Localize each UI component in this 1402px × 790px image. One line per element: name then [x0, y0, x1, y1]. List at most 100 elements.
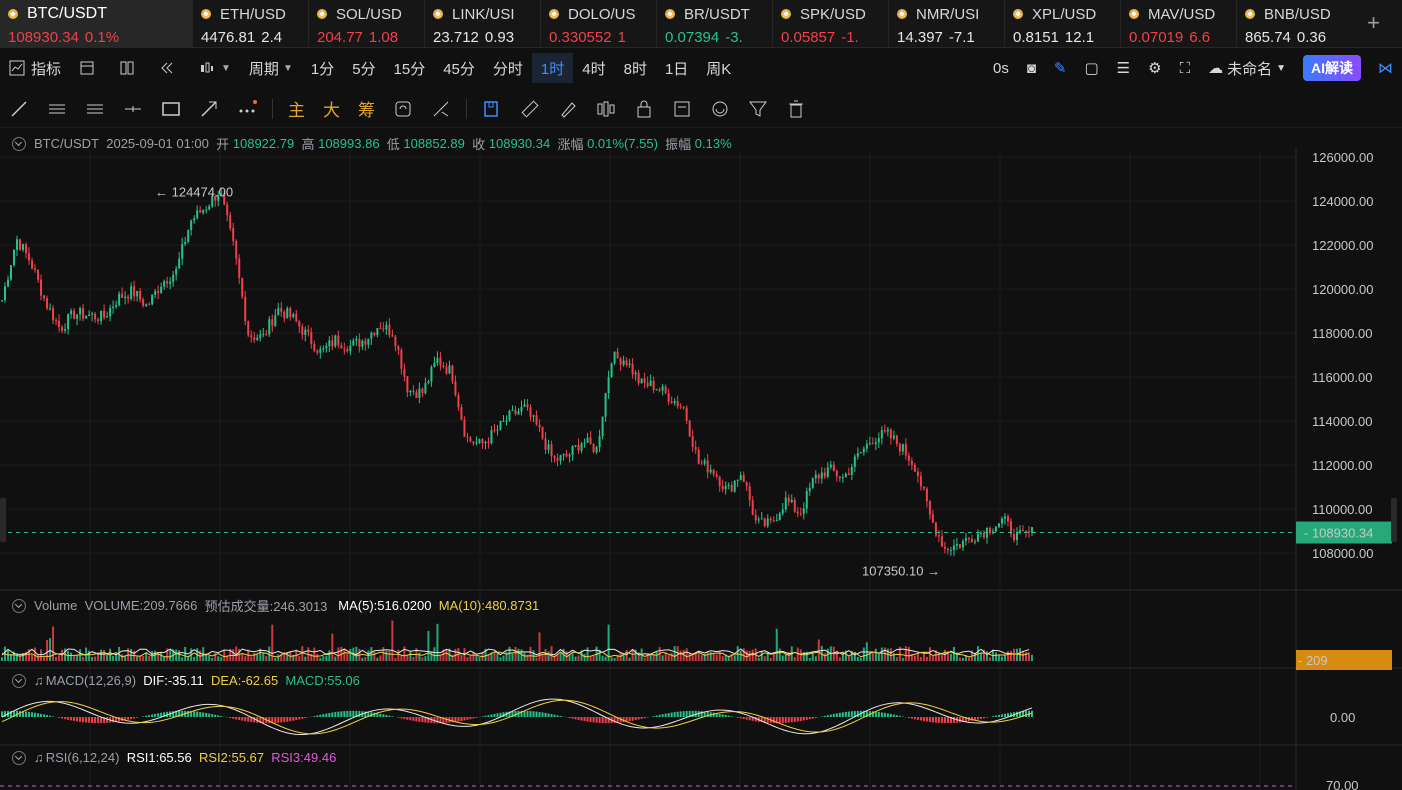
candle-body [700, 463, 703, 465]
candle-body [556, 458, 559, 461]
volume-bar [553, 656, 556, 661]
y-tick-label: 112000.00 [1312, 458, 1373, 473]
macd-histogram-bar [352, 710, 355, 717]
rsi-title: RSI(6,12,24) [45, 750, 120, 765]
macd-histogram-bar [238, 717, 241, 721]
volume-bar [862, 647, 865, 661]
candle-body [550, 444, 553, 457]
candle-body [472, 441, 475, 444]
macd-histogram-bar [874, 711, 877, 717]
candle-body [994, 526, 997, 532]
macd-histogram-bar [91, 717, 94, 724]
macd-histogram-bar [391, 716, 394, 717]
volume-bar [763, 656, 766, 661]
low-price-marker: 107350.10 → [862, 563, 940, 578]
candle-body [235, 241, 238, 259]
candle-body [274, 315, 277, 326]
candle-body [547, 444, 550, 450]
volume-bar [775, 628, 778, 661]
macd-histogram-bar [319, 714, 322, 717]
macd-histogram-bar [79, 717, 82, 722]
candle-body [934, 522, 937, 536]
macd-histogram-bar [133, 717, 136, 719]
candle-body [877, 438, 880, 443]
candle-body [304, 329, 307, 335]
volume-bar [895, 657, 898, 661]
macd-histogram-bar [19, 711, 22, 717]
collapse-icon[interactable] [12, 750, 26, 765]
volume-bar [940, 654, 943, 661]
candle-body [55, 320, 58, 322]
candle-body [775, 520, 778, 522]
volume-bar [217, 656, 220, 661]
volume-bar [625, 649, 628, 661]
volume-bar [667, 655, 670, 661]
candle-body [292, 314, 295, 318]
candle-body [727, 484, 730, 486]
volume-bar [823, 653, 826, 661]
macd-histogram-bar [94, 717, 97, 724]
volume-bar [1000, 656, 1003, 661]
macd-histogram-bar [235, 717, 238, 720]
candle-body [526, 404, 529, 408]
macd-histogram-bar [598, 717, 601, 723]
candle-body [886, 429, 889, 432]
candle-body [409, 390, 412, 393]
candle-body [979, 532, 982, 534]
candle-body [166, 281, 169, 284]
collapse-icon[interactable] [12, 673, 26, 688]
macd-histogram-bar [406, 717, 409, 720]
candle-body [346, 349, 349, 352]
candle-body [562, 453, 565, 456]
candle-body [70, 310, 73, 315]
macd-histogram-bar [952, 717, 955, 723]
candle-body [283, 311, 286, 319]
macd-histogram-bar [295, 717, 298, 721]
candle-body [139, 290, 142, 300]
macd-histogram-bar [727, 715, 730, 717]
volume-bar [100, 649, 103, 661]
volume-bar [679, 650, 682, 661]
volume-bar [73, 655, 76, 661]
macd-histogram-bar [202, 712, 205, 717]
volume-bar [211, 657, 214, 661]
candle-body [301, 326, 304, 335]
macd-histogram-bar [892, 714, 895, 717]
candle-body [277, 308, 280, 316]
macd-histogram-bar [343, 711, 346, 717]
macd-histogram-bar [268, 717, 271, 724]
macd-histogram-bar [802, 717, 805, 721]
candle-body [508, 410, 511, 421]
candle-body [415, 392, 418, 398]
candle-body [718, 476, 721, 486]
candle-body [43, 295, 46, 299]
macd-histogram-bar [217, 715, 220, 717]
macd-histogram-bar [595, 717, 598, 723]
candle-body [397, 346, 400, 350]
candle-body [28, 253, 31, 261]
candle-body [865, 443, 868, 449]
volume-bar [922, 653, 925, 661]
macd-header: ♫ MACD(12,26,9) DIF:-35.11 DEA:-62.65 MA… [12, 673, 360, 688]
macd-histogram-bar [766, 717, 769, 723]
macd-histogram-bar [247, 717, 250, 722]
collapse-icon[interactable] [12, 598, 26, 613]
macd-histogram-bar [232, 717, 235, 719]
candle-body [460, 407, 463, 420]
macd-histogram-bar [667, 713, 670, 717]
macd-histogram-bar [28, 711, 31, 717]
volume-bar [412, 656, 415, 661]
macd-histogram-bar [982, 717, 985, 719]
candle-body [802, 508, 805, 514]
volume-bar [946, 652, 949, 661]
macd-histogram-bar [571, 717, 574, 719]
candle-body [841, 477, 844, 479]
bell-icon[interactable]: ♫ [34, 750, 44, 765]
volume-bar [403, 646, 406, 661]
candle-body [823, 472, 826, 477]
candle-body [817, 474, 820, 479]
price-chart[interactable]: 126000.00 124000.00 122000.00 120000.00 1180… [0, 0, 1402, 790]
candle-body [640, 378, 643, 384]
volume-bar [583, 653, 586, 661]
bell-icon[interactable]: ♫ [34, 673, 44, 688]
